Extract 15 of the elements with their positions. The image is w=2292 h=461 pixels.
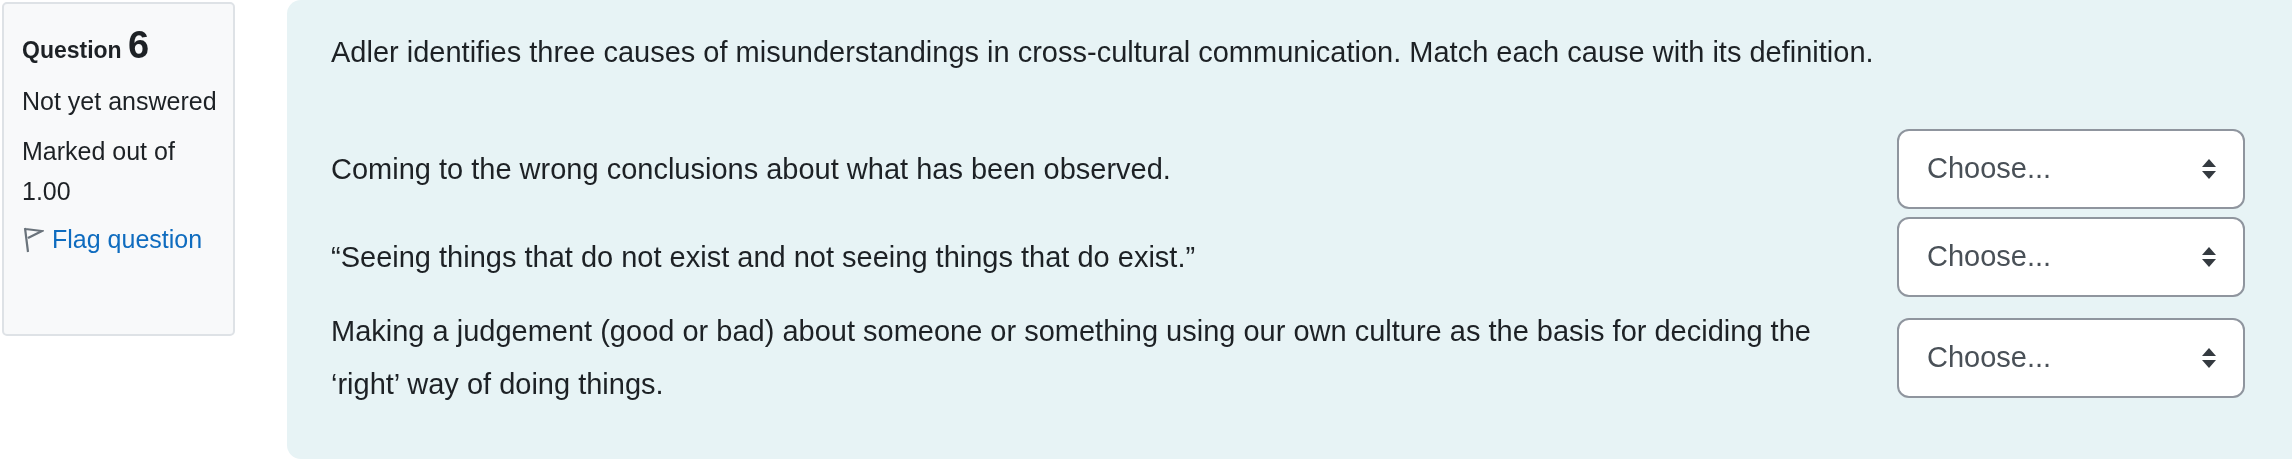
match-item-text: Coming to the wrong conclusions about what has been observed.: [331, 151, 1172, 187]
match-item-text: Making a judgement (good or bad) about someone or something using our own culture as the basis for deciding the ‘right’ way of doing things.: [331, 314, 1812, 402]
question-status: Not yet answered: [22, 86, 218, 117]
question-marks: Marked out of 1.00: [22, 136, 176, 207]
match-item-text: “Seeing things that do not exist and not seeing things that do exist.”: [331, 239, 1197, 275]
flag-question-link[interactable]: Flag question: [22, 221, 223, 259]
sort-icon: [2201, 347, 2217, 369]
sort-icon: [2201, 158, 2217, 180]
choose-dropdown[interactable]: Choose...: [1897, 129, 2245, 209]
sort-icon: [2201, 246, 2217, 268]
choose-dropdown[interactable]: Choose...: [1897, 318, 2245, 398]
choose-dropdown[interactable]: Choose...: [1897, 217, 2245, 297]
question-prompt: Adler identifies three causes of misunderstandings in cross-cultural communication. Match each cause with its definition.: [331, 35, 1875, 70]
flag-icon: [22, 226, 44, 253]
question-number: Question 6: [22, 23, 151, 68]
